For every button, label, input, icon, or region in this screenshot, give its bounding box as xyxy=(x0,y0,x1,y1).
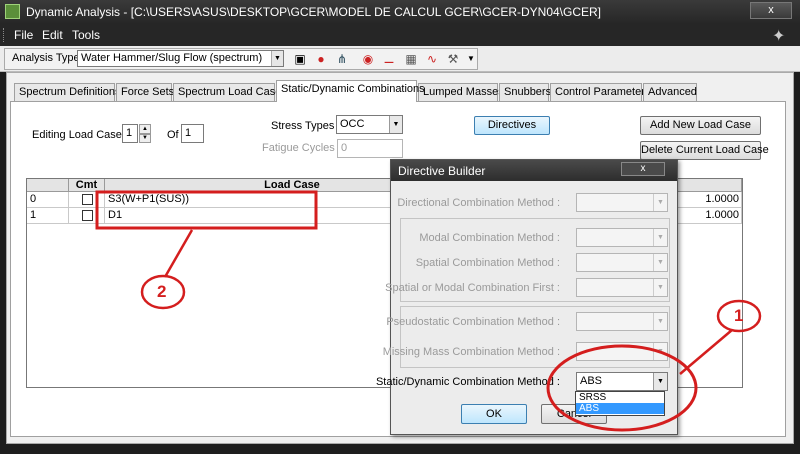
tool-icon[interactable]: ⚒ xyxy=(445,51,461,67)
static-dynamic-value: ABS xyxy=(580,375,603,387)
tab-advanced[interactable]: Advanced xyxy=(643,83,697,101)
pseudostatic-label: Pseudostatic Combination Method : xyxy=(386,316,560,328)
pseudostatic-select: ▼ xyxy=(576,312,668,331)
cmt-cell xyxy=(69,208,105,224)
chevron-down-icon[interactable]: ▼ xyxy=(271,51,283,66)
dialog-close-button[interactable]: x xyxy=(621,162,665,176)
menu-grip xyxy=(3,28,6,42)
spatial-select: ▼ xyxy=(576,253,668,272)
cmt-header: Cmt xyxy=(69,179,105,192)
spin-up-icon[interactable]: ▲ xyxy=(139,124,151,134)
menu-file[interactable]: File xyxy=(14,28,33,42)
static-dynamic-label: Static/Dynamic Combination Method : xyxy=(375,376,560,388)
chevron-down-icon[interactable]: ▼ xyxy=(389,116,402,133)
chart-icon[interactable]: ∿ xyxy=(424,51,440,67)
tab-static-dynamic-combinations[interactable]: Static/Dynamic Combinations xyxy=(276,80,425,102)
cmt-checkbox[interactable] xyxy=(82,210,93,221)
grid-corner-header xyxy=(27,179,69,192)
delete-icon[interactable]: ⚊ xyxy=(381,51,397,67)
modal-label: Modal Combination Method : xyxy=(419,232,560,244)
save-icon[interactable]: ▣ xyxy=(292,51,308,67)
dialog-title: Directive Builder xyxy=(398,164,486,178)
fatigue-cycles-label: Fatigue Cycles xyxy=(262,142,335,154)
analysis-type-label: Analysis Type: xyxy=(12,52,83,64)
stress-types-select[interactable]: OCC ▼ xyxy=(336,115,403,134)
structure-icon[interactable]: ⋔ xyxy=(334,51,350,67)
title-bar: Dynamic Analysis - [C:\USERS\ASUS\DESKTO… xyxy=(0,0,800,24)
tab-control-parameters[interactable]: Control Parameters xyxy=(550,83,650,101)
add-load-case-button[interactable]: Add New Load Case xyxy=(640,116,761,135)
tab-lumped-masses[interactable]: Lumped Masses xyxy=(418,83,504,101)
editing-load-case-field[interactable]: 1 xyxy=(122,124,138,143)
chevron-down-icon: ▼ xyxy=(653,254,667,271)
tab-spectrum-definitions[interactable]: Spectrum Definitions xyxy=(14,83,121,101)
chevron-down-icon: ▼ xyxy=(653,343,667,360)
directional-select: ▼ xyxy=(576,193,668,212)
toolbar: Analysis Type: Water Hammer/Slug Flow (s… xyxy=(0,46,800,72)
grid-icon[interactable]: ▦ xyxy=(403,51,419,67)
stress-types-value: OCC xyxy=(340,118,365,130)
option-srss[interactable]: SRSS xyxy=(576,392,664,403)
static-dynamic-select[interactable]: ABS ▼ xyxy=(576,372,668,391)
app-icon xyxy=(5,4,20,19)
spatial-first-select: ▼ xyxy=(576,278,668,297)
chevron-down-icon: ▼ xyxy=(653,229,667,246)
tab-force-sets[interactable]: Force Sets xyxy=(116,83,174,101)
spatial-label: Spatial Combination Method : xyxy=(415,257,560,269)
chevron-down-icon: ▼ xyxy=(653,279,667,296)
analysis-type-value: Water Hammer/Slug Flow (spectrum) xyxy=(81,52,263,64)
total-load-cases-field: 1 xyxy=(181,124,204,143)
tab-spectrum-load-cases[interactable]: Spectrum Load Cases xyxy=(173,83,287,101)
record-icon[interactable]: ◉ xyxy=(360,51,376,67)
dialog-title-bar: Directive Builder x xyxy=(391,160,677,181)
stress-types-label: Stress Types xyxy=(271,120,335,132)
chevron-down-icon: ▼ xyxy=(653,194,667,211)
menu-tools[interactable]: Tools xyxy=(72,28,100,42)
cad-logo-icon: ✦ xyxy=(772,28,786,45)
combination-method-dropdown: SRSS ABS xyxy=(575,391,665,416)
missing-mass-label: Missing Mass Combination Method : xyxy=(382,346,560,358)
spatial-first-label: Spatial or Modal Combination First : xyxy=(385,282,560,294)
callout-2-label: 2 xyxy=(157,282,167,301)
menu-edit[interactable]: Edit xyxy=(42,28,63,42)
option-abs[interactable]: ABS xyxy=(576,403,664,414)
chevron-down-icon: ▼ xyxy=(653,313,667,330)
missing-mass-select: ▼ xyxy=(576,342,668,361)
row-index: 1 xyxy=(27,208,69,224)
delete-load-case-button[interactable]: Delete Current Load Case xyxy=(640,141,769,160)
analysis-type-select[interactable]: Water Hammer/Slug Flow (spectrum) ▼ xyxy=(77,50,284,67)
directional-label: Directional Combination Method : xyxy=(397,197,560,209)
tab-snubbers[interactable]: Snubbers xyxy=(499,83,551,101)
directives-button[interactable]: Directives xyxy=(474,116,550,135)
fatigue-cycles-field: 0 xyxy=(337,139,403,158)
spin-down-icon[interactable]: ▼ xyxy=(139,134,151,143)
editing-load-case-label: Editing Load Case xyxy=(32,129,122,141)
ok-button[interactable]: OK xyxy=(461,404,527,424)
cmt-checkbox[interactable] xyxy=(82,194,93,205)
window-title: Dynamic Analysis - [C:\USERS\ASUS\DESKTO… xyxy=(26,5,602,19)
chevron-down-icon[interactable]: ▼ xyxy=(653,373,667,390)
callout-1-label: 1 xyxy=(734,306,744,325)
window-close-button[interactable]: x xyxy=(750,2,792,19)
modal-select: ▼ xyxy=(576,228,668,247)
cmt-cell xyxy=(69,192,105,208)
overflow-icon[interactable]: ▼ xyxy=(463,51,479,67)
of-label: Of xyxy=(167,129,179,141)
menu-bar: File Edit Tools ✦ xyxy=(0,24,800,46)
stop-icon[interactable]: ● xyxy=(313,51,329,67)
row-index: 0 xyxy=(27,192,69,208)
